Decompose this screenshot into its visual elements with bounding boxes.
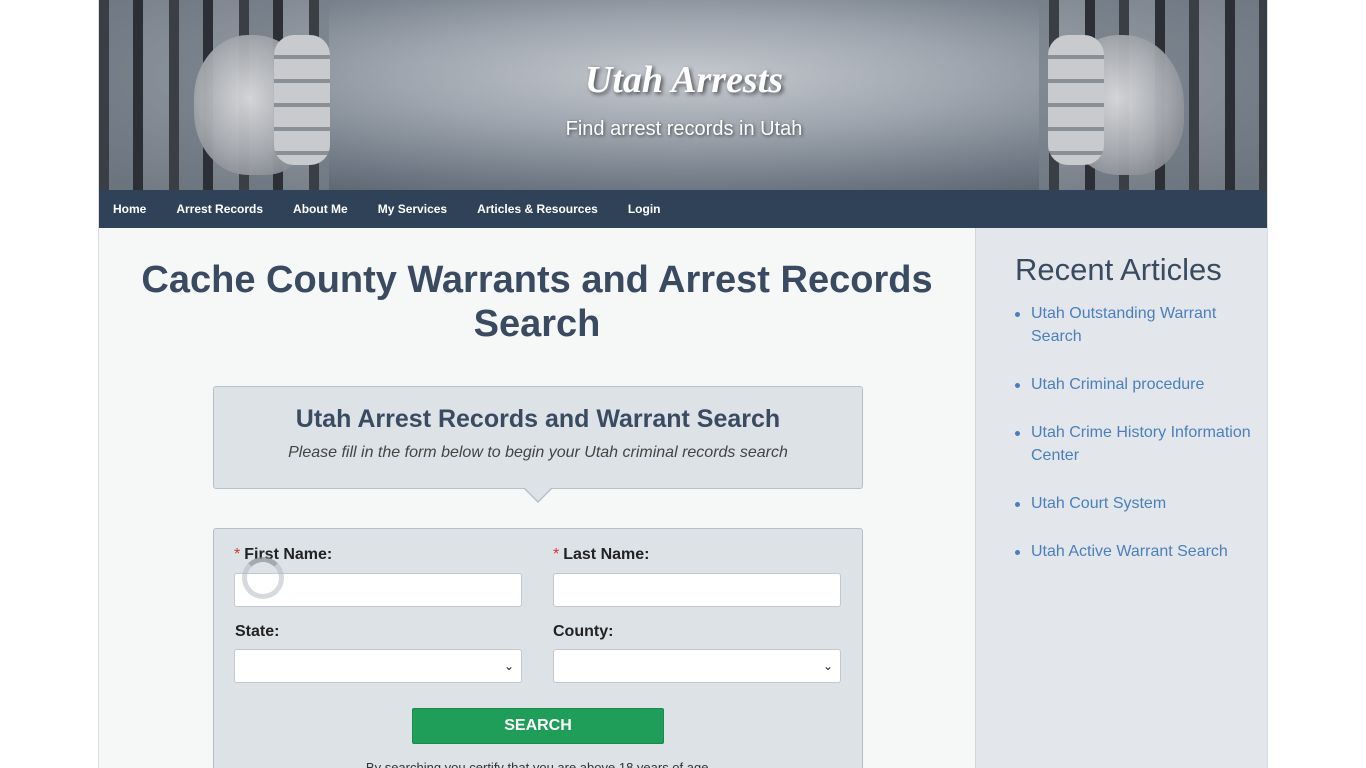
callout-subtitle: Please fill in the form below to begin y…: [288, 444, 788, 461]
search-button[interactable]: SEARCH: [412, 708, 664, 744]
site-header: Utah Arrests Find arrest records in Utah: [99, 0, 1267, 190]
required-mark: *: [553, 546, 560, 563]
nav-item-arrest-records[interactable]: Arrest Records: [176, 202, 263, 216]
sidebar-title: Recent Articles: [1015, 252, 1222, 287]
article-link[interactable]: Utah Crime History Information Center: [1015, 421, 1255, 467]
nav-item-home[interactable]: Home: [113, 202, 146, 216]
main-nav: Home Arrest Records About Me My Services…: [99, 190, 1267, 228]
page-title: Cache County Warrants and Arrest Records…: [141, 259, 933, 345]
callout-pointer-fill: [525, 488, 551, 501]
site-container: Utah Arrests Find arrest records in Utah…: [98, 0, 1268, 768]
nav-item-articles-resources[interactable]: Articles & Resources: [477, 202, 598, 216]
recent-articles-list: Utah Outstanding Warrant Search Utah Cri…: [1015, 302, 1255, 588]
spinner-icon: [242, 557, 284, 599]
chevron-down-icon: ⌄: [822, 659, 833, 673]
last-name-input[interactable]: [553, 573, 841, 607]
last-name-label: * Last Name:: [553, 546, 649, 564]
chevron-down-icon: ⌄: [503, 659, 514, 673]
nav-item-my-services[interactable]: My Services: [378, 202, 447, 216]
state-select[interactable]: ⌄: [234, 649, 522, 683]
article-link[interactable]: Utah Criminal procedure: [1015, 373, 1255, 396]
county-label: County:: [553, 623, 614, 640]
last-name-label-text: Last Name:: [563, 546, 650, 563]
required-mark: *: [234, 546, 241, 563]
state-label: State:: [235, 623, 280, 640]
main-content: Cache County Warrants and Arrest Records…: [99, 228, 975, 768]
article-link[interactable]: Utah Court System: [1015, 492, 1255, 515]
site-title[interactable]: Utah Arrests: [99, 58, 1267, 102]
age-certification-text: By searching you certify that you are ab…: [365, 760, 713, 768]
nav-item-login[interactable]: Login: [628, 202, 661, 216]
county-select[interactable]: ⌄: [553, 649, 841, 683]
callout-title: Utah Arrest Records and Warrant Search: [295, 405, 781, 433]
search-form: * First Name: * Last Name: State: ⌄ County…: [213, 528, 863, 768]
site-tagline: Find arrest records in Utah: [565, 118, 803, 140]
article-link[interactable]: Utah Outstanding Warrant Search: [1015, 302, 1255, 348]
search-callout: Utah Arrest Records and Warrant Search P…: [213, 386, 863, 489]
nav-item-about-me[interactable]: About Me: [293, 202, 348, 216]
article-link[interactable]: Utah Active Warrant Search: [1015, 540, 1255, 563]
sidebar: Recent Articles Utah Outstanding Warrant…: [975, 228, 1267, 768]
